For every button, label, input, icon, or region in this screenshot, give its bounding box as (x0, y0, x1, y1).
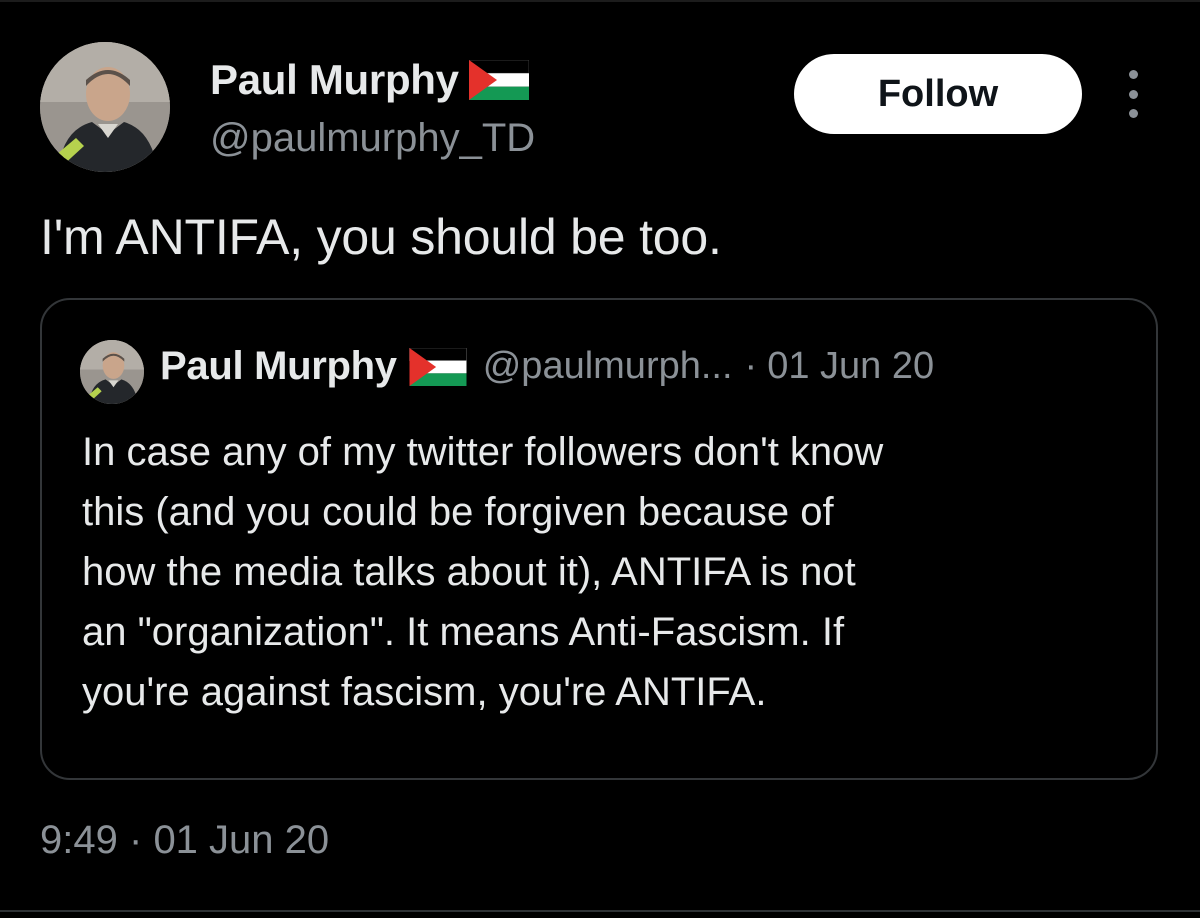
avatar-photo (40, 42, 170, 172)
author-display-name[interactable]: Paul Murphy (210, 56, 459, 104)
quoted-tweet-text: In case any of my twitter followers don'… (82, 422, 1142, 722)
tweet-timestamp[interactable]: 9:49 · 01 Jun 20 (40, 818, 329, 863)
author-name-row: Paul Murphy (210, 56, 529, 104)
follow-button[interactable]: Follow (794, 54, 1082, 134)
quoted-text-line: how the media talks about it), ANTIFA is… (82, 550, 856, 594)
quoted-text-line: this (and you could be forgiven because … (82, 490, 834, 534)
quoted-text-line: an "organization". It means Anti-Fascism… (82, 610, 845, 654)
more-dot (1128, 109, 1138, 118)
quoted-author-name: Paul Murphy (160, 344, 397, 388)
more-dot (1128, 89, 1138, 99)
tweet-text: I'm ANTIFA, you should be too. (40, 209, 722, 265)
quoted-separator: · (744, 345, 758, 387)
quoted-author-handle: @paulmurph... (482, 345, 733, 387)
quoted-avatar-photo (80, 340, 144, 404)
quoted-text-line: you're against fascism, you're ANTIFA. (82, 670, 767, 714)
quoted-tweet-date: 01 Jun 20 (767, 345, 935, 387)
more-dot (1128, 70, 1138, 79)
author-handle[interactable]: @paulmurphy_TD (210, 116, 535, 161)
quoted-tweet-card[interactable]: Paul Murphy @paulmurph... · 01 Jun 20 In… (40, 298, 1158, 780)
quoted-author-avatar[interactable] (80, 340, 144, 404)
palestine-flag-icon (408, 347, 467, 386)
bottom-divider (0, 910, 1200, 912)
quoted-tweet-header: Paul Murphy @paulmurph... · 01 Jun 20 (160, 344, 934, 389)
tweet-time: 9:49 (40, 818, 118, 862)
top-divider (0, 0, 1200, 2)
author-avatar[interactable] (40, 42, 170, 172)
timestamp-separator: · (128, 818, 143, 862)
quoted-text-line: In case any of my twitter followers don'… (82, 430, 884, 474)
more-options-icon[interactable] (1118, 70, 1148, 118)
tweet-date: 01 Jun 20 (153, 818, 330, 862)
palestine-flag-icon (468, 60, 529, 100)
